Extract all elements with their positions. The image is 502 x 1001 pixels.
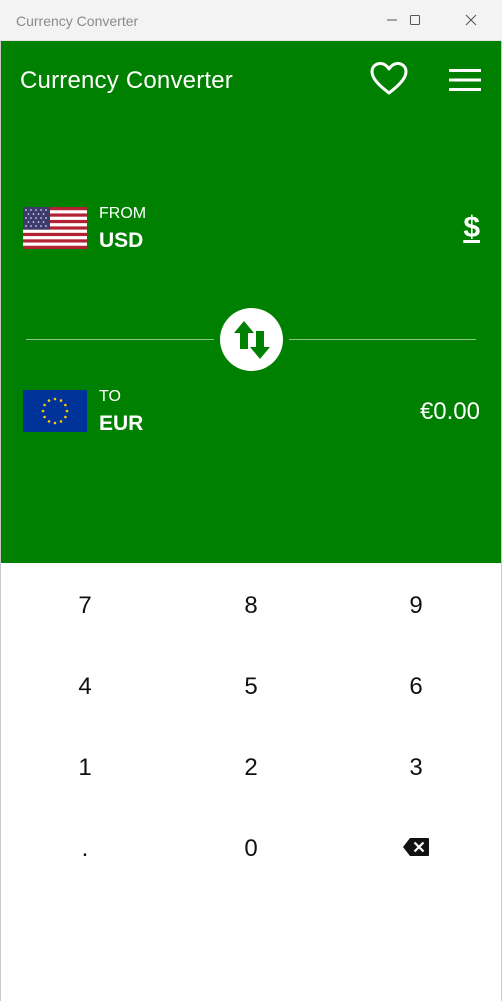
- close-icon: [465, 14, 477, 26]
- key-5[interactable]: 5: [191, 652, 311, 722]
- app-title: Currency Converter: [20, 67, 234, 94]
- to-label: TO: [99, 388, 121, 405]
- close-button[interactable]: [448, 0, 494, 40]
- key-3[interactable]: 3: [356, 733, 476, 803]
- conversion-panel: Currency Converter FROM USD $ TO EUR €0.…: [1, 41, 501, 563]
- key-9[interactable]: 9: [356, 571, 476, 641]
- eu-flag-icon[interactable]: [23, 390, 87, 432]
- swap-arrows-icon: [233, 320, 270, 359]
- us-flag-icon[interactable]: [23, 207, 87, 249]
- hamburger-menu-icon[interactable]: [447, 66, 483, 94]
- backspace-button[interactable]: [356, 812, 476, 882]
- heart-icon[interactable]: [370, 61, 408, 97]
- maximize-icon: [410, 15, 420, 25]
- divider-left: [26, 339, 214, 340]
- to-amount: €0.00: [419, 398, 480, 425]
- window-title: Currency Converter: [16, 13, 139, 29]
- key-8[interactable]: 8: [191, 571, 311, 641]
- window-border-left: [0, 41, 1, 1001]
- maximize-button[interactable]: [392, 0, 438, 40]
- divider-right: [289, 339, 476, 340]
- window-titlebar: Currency Converter: [0, 0, 502, 41]
- from-currency-code[interactable]: USD: [99, 229, 143, 253]
- key-7[interactable]: 7: [25, 571, 145, 641]
- numeric-keypad: 7 8 9 4 5 6 1 2 3 . 0: [1, 563, 501, 1001]
- from-amount[interactable]: $: [463, 211, 480, 245]
- key-6[interactable]: 6: [356, 652, 476, 722]
- key-2[interactable]: 2: [191, 733, 311, 803]
- key-1[interactable]: 1: [25, 733, 145, 803]
- key-decimal[interactable]: .: [25, 814, 145, 884]
- swap-button[interactable]: [220, 308, 283, 371]
- key-4[interactable]: 4: [25, 652, 145, 722]
- backspace-icon: [403, 838, 429, 856]
- key-0[interactable]: 0: [191, 814, 311, 884]
- from-label: FROM: [99, 205, 147, 222]
- to-currency-code[interactable]: EUR: [99, 412, 143, 436]
